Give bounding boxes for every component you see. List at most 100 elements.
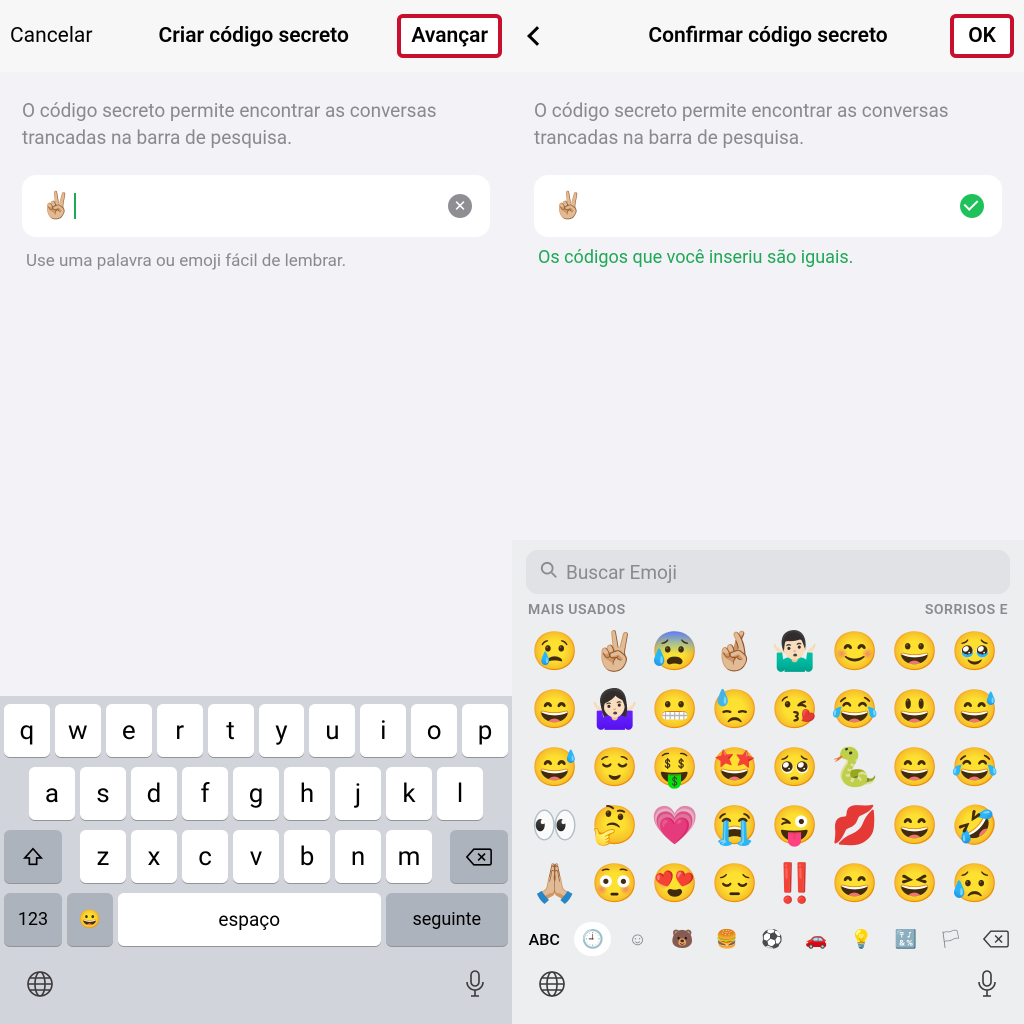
emoji-cell[interactable]: 😀 bbox=[886, 624, 944, 680]
emoji-cell[interactable]: 😍 bbox=[646, 856, 704, 912]
objects-tab[interactable]: 💡 bbox=[843, 922, 880, 956]
flags-tab[interactable]: 🏳 bbox=[932, 922, 969, 956]
emoji-cell[interactable]: 🙏🏼 bbox=[526, 856, 584, 912]
key-w[interactable]: w bbox=[55, 704, 101, 757]
key-f[interactable]: f bbox=[182, 767, 228, 820]
key-b[interactable]: b bbox=[284, 830, 330, 883]
emoji-cell[interactable]: 😅 bbox=[946, 682, 1004, 738]
emoji-cell[interactable]: 😳 bbox=[586, 856, 644, 912]
globe-icon[interactable] bbox=[26, 970, 54, 1006]
key-o[interactable]: o bbox=[411, 704, 457, 757]
key-p[interactable]: p bbox=[462, 704, 508, 757]
emoji-cell[interactable]: 🤑 bbox=[646, 740, 704, 796]
emoji-cell[interactable]: 🤷🏻‍♀️ bbox=[586, 682, 644, 738]
emoji-cell[interactable]: 😓 bbox=[706, 682, 764, 738]
key-y[interactable]: y bbox=[259, 704, 305, 757]
key-c[interactable]: c bbox=[182, 830, 228, 883]
key-x[interactable]: x bbox=[131, 830, 177, 883]
emoji-cell[interactable]: ‼️ bbox=[766, 856, 824, 912]
emoji-cell[interactable]: 😃 bbox=[886, 682, 944, 738]
key-k[interactable]: k bbox=[386, 767, 432, 820]
emoji-cell[interactable]: 👀 bbox=[526, 798, 584, 854]
key-z[interactable]: z bbox=[80, 830, 126, 883]
key-a[interactable]: a bbox=[29, 767, 75, 820]
key-v[interactable]: v bbox=[233, 830, 279, 883]
emoji-cell[interactable]: 💗 bbox=[646, 798, 704, 854]
globe-icon[interactable] bbox=[538, 970, 566, 1006]
recent-tab[interactable]: 🕘 bbox=[574, 922, 611, 956]
key-m[interactable]: m bbox=[386, 830, 432, 883]
emoji-cell[interactable]: 😜 bbox=[766, 798, 824, 854]
emoji-cell[interactable]: 🤩 bbox=[706, 740, 764, 796]
emoji-cell[interactable]: 😄 bbox=[526, 682, 584, 738]
emoji-cell[interactable]: 🤞🏼 bbox=[706, 624, 764, 680]
emoji-cell[interactable]: 😬 bbox=[646, 682, 704, 738]
smileys-tab[interactable]: ☺ bbox=[619, 922, 656, 956]
emoji-search-input[interactable]: Buscar Emoji bbox=[526, 550, 1010, 594]
emoji-cell[interactable]: 🐍 bbox=[826, 740, 884, 796]
input-value: ✌🏼 bbox=[40, 191, 76, 221]
key-e[interactable]: e bbox=[106, 704, 152, 757]
key-u[interactable]: u bbox=[309, 704, 355, 757]
emoji-cell[interactable]: 😄 bbox=[826, 856, 884, 912]
backspace-key[interactable] bbox=[450, 830, 508, 883]
emoji-cell[interactable]: 😘 bbox=[766, 682, 824, 738]
mic-icon[interactable] bbox=[976, 970, 998, 1006]
back-button[interactable] bbox=[527, 26, 547, 46]
search-icon bbox=[540, 560, 558, 584]
abc-key[interactable]: ABC bbox=[522, 922, 566, 956]
emoji-cell[interactable]: ✌🏼 bbox=[586, 624, 644, 680]
key-s[interactable]: s bbox=[80, 767, 126, 820]
emoji-cell[interactable]: 😔 bbox=[706, 856, 764, 912]
emoji-cell[interactable]: 😂 bbox=[946, 740, 1004, 796]
numbers-key[interactable]: 123 bbox=[4, 893, 62, 946]
emoji-cell[interactable]: 💋 bbox=[826, 798, 884, 854]
key-l[interactable]: l bbox=[437, 767, 483, 820]
emoji-backspace-key[interactable] bbox=[977, 922, 1014, 956]
confirm-code-screen: Confirmar código secreto OK O código sec… bbox=[512, 0, 1024, 1024]
emoji-keyboard-key[interactable]: 😀 bbox=[67, 893, 113, 946]
clear-input-button[interactable]: ✕ bbox=[448, 194, 472, 218]
emoji-cell[interactable]: 😰 bbox=[646, 624, 704, 680]
page-title: Confirmar código secreto bbox=[622, 24, 914, 48]
search-placeholder: Buscar Emoji bbox=[566, 561, 677, 584]
space-key[interactable]: espaço bbox=[118, 893, 381, 946]
emoji-cell[interactable]: 😄 bbox=[886, 740, 944, 796]
emoji-cell[interactable]: 🤷🏻‍♂️ bbox=[766, 624, 824, 680]
key-i[interactable]: i bbox=[360, 704, 406, 757]
cancel-button[interactable]: Cancelar bbox=[10, 24, 92, 48]
food-tab[interactable]: 🍔 bbox=[709, 922, 746, 956]
key-r[interactable]: r bbox=[157, 704, 203, 757]
emoji-cell[interactable]: 🤣 bbox=[946, 798, 1004, 854]
key-g[interactable]: g bbox=[233, 767, 279, 820]
emoji-cell[interactable]: 😭 bbox=[706, 798, 764, 854]
keyboard-next-key[interactable]: seguinte bbox=[386, 893, 509, 946]
emoji-cell[interactable]: 😂 bbox=[826, 682, 884, 738]
activity-tab[interactable]: ⚽ bbox=[753, 922, 790, 956]
key-t[interactable]: t bbox=[208, 704, 254, 757]
travel-tab[interactable]: 🚗 bbox=[798, 922, 835, 956]
emoji-cell[interactable]: 🥹 bbox=[946, 624, 1004, 680]
animals-tab[interactable]: 🐻 bbox=[664, 922, 701, 956]
emoji-cell[interactable]: 🤔 bbox=[586, 798, 644, 854]
emoji-cell[interactable]: 😆 bbox=[886, 856, 944, 912]
next-button[interactable]: Avançar bbox=[397, 14, 502, 58]
shift-key[interactable] bbox=[4, 830, 62, 883]
emoji-cell[interactable]: 😄 bbox=[886, 798, 944, 854]
emoji-cell[interactable]: 😌 bbox=[586, 740, 644, 796]
ok-button[interactable]: OK bbox=[950, 14, 1014, 58]
emoji-cell[interactable]: 😅 bbox=[526, 740, 584, 796]
emoji-cell[interactable]: 🥺 bbox=[766, 740, 824, 796]
emoji-cell[interactable]: 😊 bbox=[826, 624, 884, 680]
key-d[interactable]: d bbox=[131, 767, 177, 820]
key-h[interactable]: h bbox=[284, 767, 330, 820]
key-n[interactable]: n bbox=[335, 830, 381, 883]
key-j[interactable]: j bbox=[335, 767, 381, 820]
emoji-cell[interactable]: 😥 bbox=[946, 856, 1004, 912]
secret-code-input[interactable]: ✌🏼 ✕ bbox=[22, 175, 490, 237]
key-q[interactable]: q bbox=[4, 704, 50, 757]
emoji-cell[interactable]: 😢 bbox=[526, 624, 584, 680]
mic-icon[interactable] bbox=[464, 970, 486, 1006]
symbols-tab[interactable]: 🔣 bbox=[888, 922, 925, 956]
confirm-code-input[interactable]: ✌🏼 bbox=[534, 175, 1002, 237]
